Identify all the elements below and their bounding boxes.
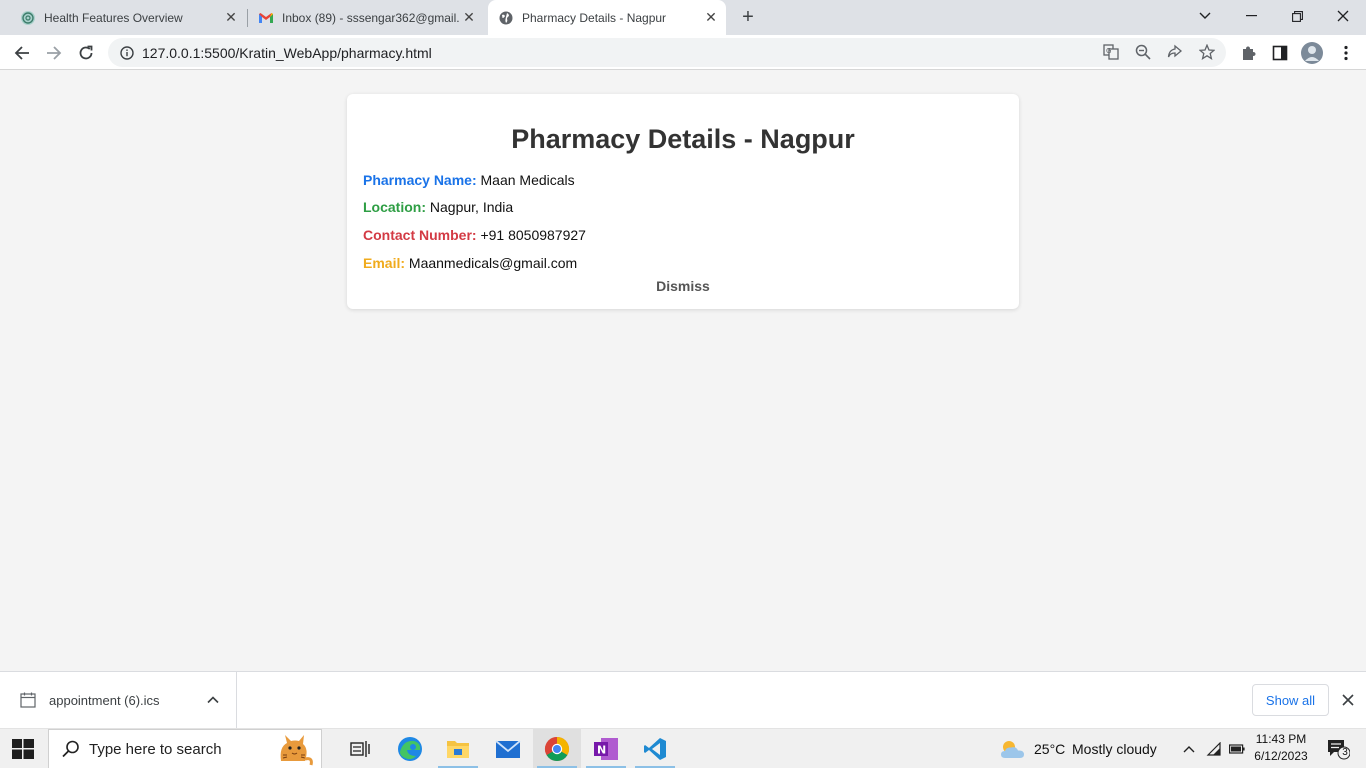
battery-icon [1229,744,1245,754]
email-row: Email: Maanmedicals@gmail.com [363,255,577,271]
email-value: Maanmedicals@gmail.com [408,255,578,271]
url-text: 127.0.0.1:5500/Kratin_WebApp/pharmacy.ht… [142,44,432,61]
tab-gmail-inbox[interactable]: Inbox (89) - sssengar362@gmail. ✕ [250,0,482,35]
pharmacy-name-row: Pharmacy Name: Maan Medicals [363,172,575,188]
partly-cloudy-icon [1001,741,1024,758]
download-file-name: appointment (6).ics [49,692,160,708]
weather-widget[interactable] [990,729,1036,768]
tab-title: Pharmacy Details - Nagpur [522,10,667,25]
tab-search-button[interactable] [1182,0,1228,32]
taskbar-clock[interactable]: 11:43 PM 6/12/2023 [1250,731,1312,765]
wifi-icon [1206,742,1221,756]
chevron-up-icon[interactable] [205,692,221,708]
show-all-downloads-button[interactable]: Show all [1252,684,1329,716]
profile-avatar[interactable] [1298,39,1326,67]
email-label: Email: [363,255,406,271]
mail-icon [495,740,521,758]
task-view-icon [350,741,370,757]
notification-center-button[interactable]: 3 [1318,729,1358,768]
translate-icon[interactable]: G [1100,41,1122,63]
taskbar-search-box[interactable]: Type here to search [48,729,322,768]
onenote-icon: N [594,738,618,760]
pharmacy-name-label: Pharmacy Name: [363,172,477,188]
site-info-icon[interactable] [112,45,142,60]
download-bar: appointment (6).ics Show all [0,671,1366,728]
close-tab-icon[interactable]: ✕ [222,9,240,27]
clock-date: 6/12/2023 [1254,749,1308,763]
close-tab-icon[interactable]: ✕ [460,9,478,27]
reload-button[interactable] [72,39,100,67]
new-tab-button[interactable]: + [736,5,760,29]
notification-count-badge: 3 [1342,747,1348,758]
svg-text:N: N [597,744,606,757]
taskbar-edge[interactable] [386,729,434,768]
weather-description[interactable]: Mostly cloudy [1072,729,1157,768]
clock-time: 11:43 PM [1255,732,1307,746]
gmail-icon [258,10,274,26]
windows-taskbar: Type here to search N 25°C Mostly cloudy… [0,728,1366,768]
download-item[interactable]: appointment (6).ics [0,672,237,728]
close-tab-icon[interactable]: ✕ [702,9,720,27]
location-row: Location: Nagpur, India [363,199,513,215]
dismiss-button[interactable]: Dismiss [347,278,1019,294]
zoom-out-icon[interactable] [1132,41,1154,63]
share-icon[interactable] [1164,41,1186,63]
vscode-icon [644,738,666,760]
search-placeholder: Type here to search [89,740,222,758]
taskbar-mail[interactable] [484,729,532,768]
bookmark-star-icon[interactable] [1196,41,1218,63]
taskbar-file-explorer[interactable] [434,729,482,768]
show-hidden-icons-button[interactable] [1178,729,1200,768]
extensions-button[interactable] [1234,39,1262,67]
page-title: Pharmacy Details - Nagpur [511,124,855,154]
search-icon [62,740,79,758]
close-download-bar-icon[interactable] [1338,690,1358,710]
taskbar-onenote[interactable]: N [582,729,630,768]
contact-number-label: Contact Number: [363,227,477,243]
globe-icon [498,10,514,26]
chrome-icon [544,737,570,762]
chatgpt-icon [20,10,36,26]
calendar-file-icon [20,692,36,708]
side-panel-button[interactable] [1266,39,1294,67]
svg-text:G: G [1106,47,1111,55]
location-label: Location: [363,199,426,215]
task-view-button[interactable] [336,729,384,768]
taskbar-chrome[interactable] [533,729,581,768]
location-value: Nagpur, India [429,199,514,215]
windows-start-icon[interactable] [12,739,34,759]
file-explorer-icon [447,741,469,758]
browser-toolbar: 127.0.0.1:5500/Kratin_WebApp/pharmacy.ht… [0,35,1366,70]
pharmacy-name-value: Maan Medicals [480,172,575,188]
forward-button[interactable] [40,39,68,67]
network-status[interactable] [1203,729,1225,768]
tab-health-features[interactable]: Health Features Overview ✕ [12,0,244,35]
tab-strip: Health Features Overview ✕ Inbox (89) - … [0,0,1366,35]
chevron-up-icon [1183,746,1195,753]
tab-title: Health Features Overview [44,10,183,25]
tab-separator [247,9,248,27]
edge-browser-icon [398,737,422,761]
taskbar-vscode[interactable] [631,729,679,768]
page-viewport: Pharmacy Details - Nagpur Pharmacy Name:… [0,71,1366,671]
cat-illustration-icon [280,735,313,766]
menu-kebab-icon[interactable] [1332,39,1360,67]
minimize-button[interactable] [1228,0,1274,32]
pharmacy-details-card: Pharmacy Details - Nagpur Pharmacy Name:… [347,94,1019,309]
restore-button[interactable] [1274,0,1320,32]
battery-status[interactable] [1226,729,1248,768]
back-button[interactable] [8,39,36,67]
address-bar[interactable]: 127.0.0.1:5500/Kratin_WebApp/pharmacy.ht… [108,38,1226,67]
tab-title: Inbox (89) - sssengar362@gmail. [282,10,460,25]
contact-number-value: +91 8050987927 [480,227,586,243]
contact-number-row: Contact Number: +91 8050987927 [363,227,586,243]
weather-temperature[interactable]: 25°C [1034,729,1065,768]
close-window-button[interactable] [1320,0,1366,32]
tab-pharmacy-details[interactable]: Pharmacy Details - Nagpur ✕ [488,0,726,35]
